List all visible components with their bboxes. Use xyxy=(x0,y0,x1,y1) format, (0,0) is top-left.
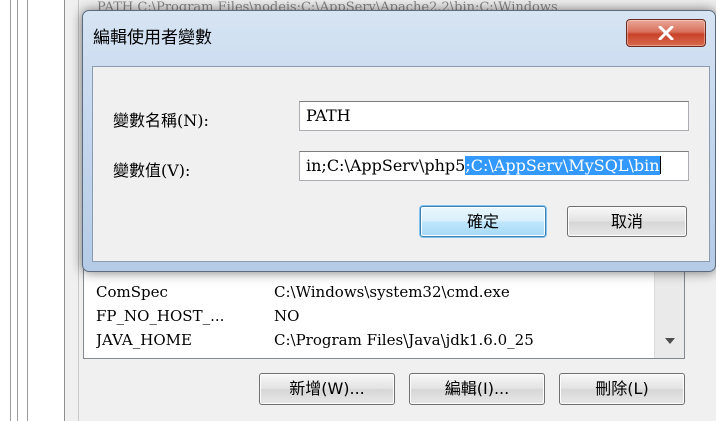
variable-name: JAVA_HOME xyxy=(96,331,192,349)
edit-button[interactable]: 編輯(I)... xyxy=(409,373,545,405)
close-button[interactable] xyxy=(626,19,706,47)
ok-button[interactable]: 確定 xyxy=(420,206,546,237)
dialog-client-area: 變數名稱(N): PATH 變數值(V): in;C:\AppServ\php5… xyxy=(92,66,710,262)
variable-name-label: 變數名稱(N): xyxy=(113,111,209,130)
edit-user-variable-dialog: 編輯使用者變數 變數名稱(N): PATH 變數值(V): in;C:\AppS… xyxy=(82,10,716,272)
variable-name: ComSpec xyxy=(96,283,168,301)
frame-line xyxy=(17,0,18,421)
frame-line xyxy=(10,0,11,421)
dialog-title: 編輯使用者變數 xyxy=(93,28,212,48)
variable-value-text: in;C:\AppServ\php5 xyxy=(306,156,466,175)
variable-value: NO xyxy=(274,307,300,325)
new-button[interactable]: 新增(W)... xyxy=(259,373,395,405)
delete-button[interactable]: 刪除(L) xyxy=(559,373,685,405)
variable-value-label: 變數值(V): xyxy=(113,161,191,180)
text-caret xyxy=(659,156,661,174)
close-icon xyxy=(658,26,674,40)
cancel-button[interactable]: 取消 xyxy=(567,206,687,237)
variable-name-field[interactable]: PATH xyxy=(299,101,689,131)
variable-name: FP_NO_HOST_... xyxy=(96,307,225,325)
variable-value-field[interactable]: in;C:\AppServ\php5;C:\AppServ\MySQL\bin xyxy=(299,151,689,181)
window-frame-left xyxy=(0,0,64,421)
variable-name-text: PATH xyxy=(306,106,351,125)
frame-line xyxy=(27,0,28,421)
panel-divider xyxy=(78,0,79,421)
chevron-down-icon[interactable] xyxy=(665,338,675,344)
variable-value: C:\Windows\system32\cmd.exe xyxy=(274,283,510,301)
variable-value: C:\Program Files\Java\jdk1.6.0_25 xyxy=(274,331,534,349)
selected-text: ;C:\AppServ\MySQL\bin xyxy=(465,156,660,175)
